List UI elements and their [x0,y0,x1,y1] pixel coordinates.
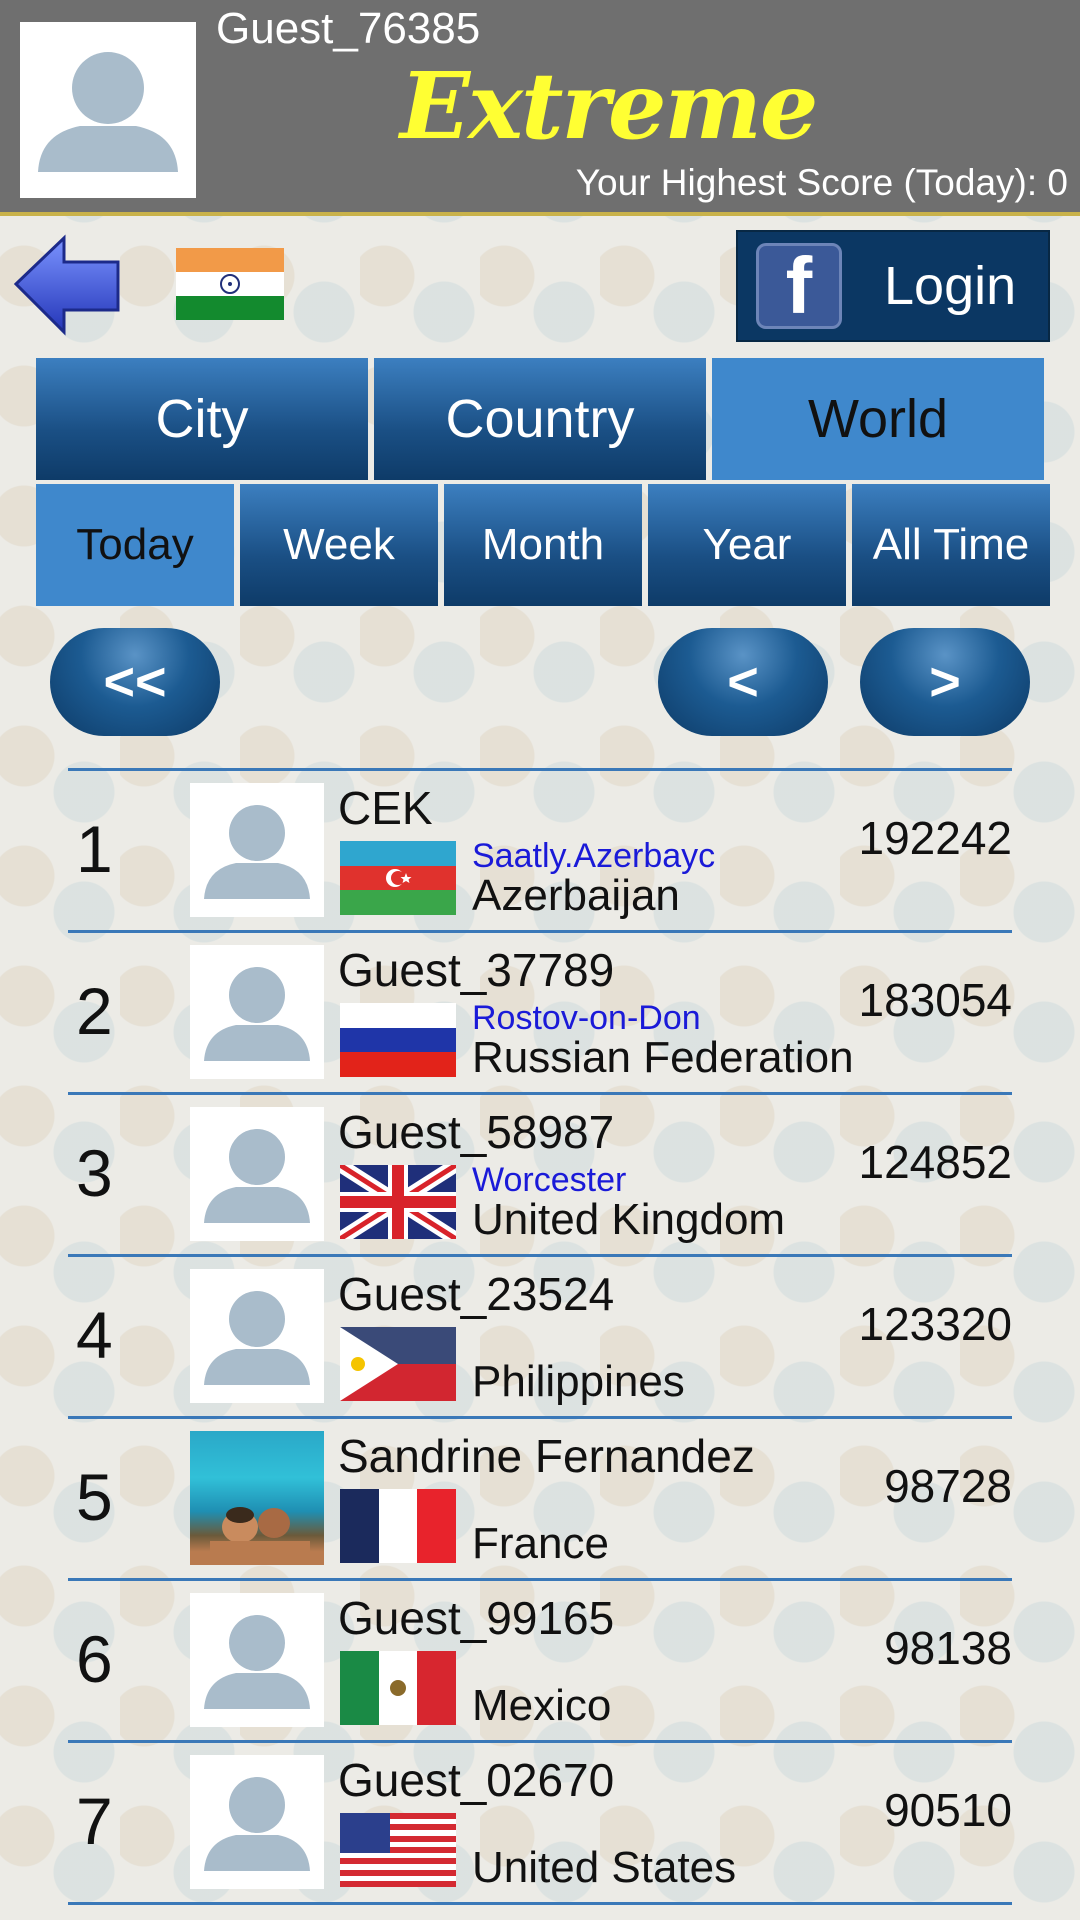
usa-flag-icon [340,1813,456,1887]
player-score: 123320 [858,1298,1013,1350]
player-photo [190,1431,324,1565]
player-name: Guest_99165 [338,1592,615,1644]
tab-year[interactable]: Year [648,484,846,606]
default-avatar-icon [204,1129,310,1223]
leaderboard-row[interactable]: 2 Guest_37789 Rostov-on-Don Russian Fede… [68,933,1012,1092]
azerbaijan-flag-icon [340,841,456,915]
player-country: Russian Federation [472,1033,854,1082]
player-score: 98728 [884,1460,1012,1512]
leaderboard-row[interactable]: 4 Guest_23524 Philippines 123320 [68,1257,1012,1416]
player-name: Guest_02670 [338,1754,615,1806]
player-score: 98138 [884,1622,1012,1674]
tab-week[interactable]: Week [240,484,438,606]
player-flag [340,1165,456,1239]
player-name: Guest_23524 [338,1268,615,1320]
player-flag [340,1003,456,1077]
default-avatar-icon [38,52,178,172]
player-name: Sandrine Fernandez [338,1430,755,1482]
france-flag-icon [340,1489,456,1563]
prev-page-button[interactable]: < [658,628,828,736]
leaderboard-row[interactable]: 6 Guest_99165 Mexico 98138 [68,1581,1012,1740]
player-score: 124852 [858,1136,1013,1188]
player-name: Guest_37789 [338,944,615,996]
player-score: 90510 [884,1784,1012,1836]
default-avatar-icon [204,805,310,899]
player-score: 183054 [858,974,1013,1026]
player-score: 192242 [858,812,1013,864]
row-divider [68,1902,1012,1905]
tab-city[interactable]: City [36,358,368,480]
player-country: Mexico [472,1681,612,1730]
default-avatar-icon [204,1615,310,1709]
player-country: Azerbaijan [472,871,680,920]
default-avatar-icon [204,967,310,1061]
leaderboard: 1 CEK Saatly.Azerbayc Azerbaijan 192242 … [68,768,1012,1905]
player-flag [340,841,456,915]
user-country-flag [176,248,284,320]
app-header: Guest_76385 Extreme Your Highest Score (… [0,0,1080,216]
rank: 7 [76,1784,113,1858]
rank: 6 [76,1622,113,1696]
player-country: Philippines [472,1357,685,1406]
player-flag [340,1327,456,1401]
tab-all-time[interactable]: All Time [852,484,1050,606]
player-avatar [190,1593,324,1727]
rank: 3 [76,1136,113,1210]
player-avatar [190,1107,324,1241]
username: Guest_76385 [216,4,481,53]
leaderboard-row[interactable]: 3 Guest_58987 Worcester United Kingdom 1… [68,1095,1012,1254]
russia-flag-icon [340,1003,456,1077]
user-avatar[interactable] [20,22,196,198]
highest-score: Your Highest Score (Today): 0 [575,162,1068,203]
tab-today[interactable]: Today [36,484,234,606]
rank: 2 [76,974,113,1048]
first-page-button[interactable]: << [50,628,220,736]
default-avatar-icon [204,1291,310,1385]
rank: 4 [76,1298,113,1372]
player-name: CEK [338,782,433,834]
leaderboard-row[interactable]: 7 Guest_02670 United States 90510 [68,1743,1012,1902]
player-avatar [190,945,324,1079]
player-flag [340,1651,456,1725]
login-label: Login [884,256,1017,316]
facebook-login-button[interactable]: f Login [736,230,1050,342]
player-avatar [190,1269,324,1403]
leaderboard-row[interactable]: 1 CEK Saatly.Azerbayc Azerbaijan 192242 [68,771,1012,930]
default-avatar-icon [204,1777,310,1871]
player-avatar [190,783,324,917]
brand-logo: Extreme [400,52,818,160]
back-arrow-icon [13,234,120,336]
next-page-button[interactable]: > [860,628,1030,736]
profile-photo [210,1507,310,1565]
uk-flag-icon [340,1165,456,1239]
player-country: United Kingdom [472,1195,786,1244]
player-flag [340,1489,456,1563]
india-flag-icon [176,248,284,320]
player-name: Guest_58987 [338,1106,615,1158]
player-flag [340,1813,456,1887]
tab-country[interactable]: Country [374,358,706,480]
rank: 5 [76,1460,113,1534]
player-country: France [472,1519,609,1568]
player-avatar [190,1755,324,1889]
rank: 1 [76,812,113,886]
philippines-flag-icon [340,1327,456,1401]
tab-month[interactable]: Month [444,484,642,606]
back-button[interactable] [12,234,124,336]
leaderboard-row[interactable]: 5 Sandrine Fernandez France 98728 [68,1419,1012,1578]
mexico-flag-icon [340,1651,456,1725]
player-country: United States [472,1843,737,1892]
facebook-icon: f [756,243,842,329]
tab-world[interactable]: World [712,358,1044,480]
